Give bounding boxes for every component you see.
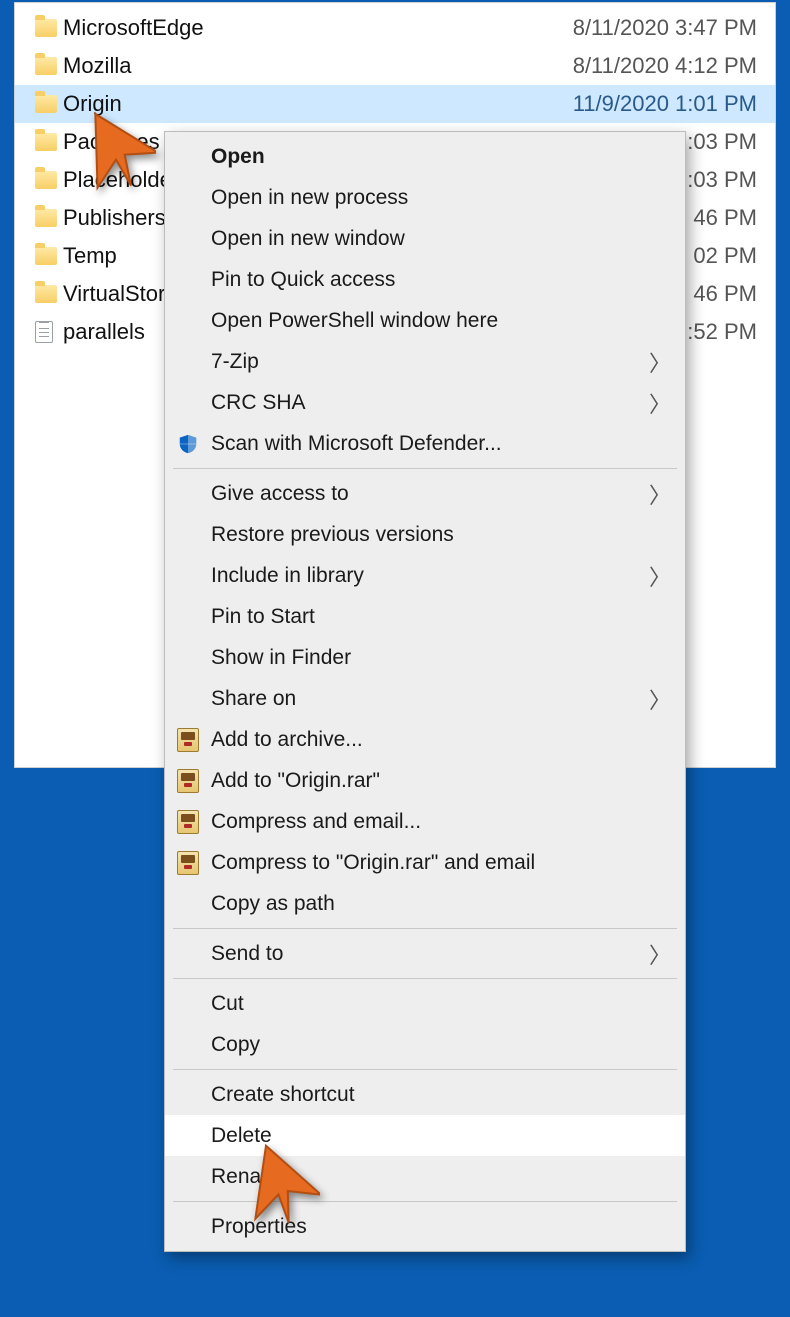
menu-label: CRC SHA	[211, 391, 649, 415]
archive-icon	[177, 851, 211, 875]
annotation-arrow-icon	[66, 106, 156, 196]
menu-label: Add to archive...	[211, 728, 671, 752]
menu-label: Scan with Microsoft Defender...	[211, 432, 671, 456]
menu-label: Compress and email...	[211, 810, 671, 834]
menu-label: Pin to Start	[211, 605, 671, 629]
menu-label: Add to "Origin.rar"	[211, 769, 671, 793]
menu-item-create-shortcut[interactable]: Create shortcut	[165, 1074, 685, 1115]
folder-icon	[35, 95, 63, 113]
folder-icon	[35, 57, 63, 75]
menu-item-open-new-process[interactable]: Open in new process	[165, 177, 685, 218]
menu-label: 7-Zip	[211, 350, 649, 374]
file-date: 02 PM	[693, 243, 757, 269]
file-date: 8/11/2020 3:47 PM	[573, 15, 757, 41]
menu-label: Cut	[211, 992, 671, 1016]
context-menu: Open Open in new process Open in new win…	[164, 131, 686, 1252]
menu-item-add-archive[interactable]: Add to archive...	[165, 719, 685, 760]
file-row[interactable]: MicrosoftEdge 8/11/2020 3:47 PM	[15, 9, 775, 47]
annotation-arrow-icon	[230, 1140, 320, 1230]
menu-item-compress-email[interactable]: Compress and email...	[165, 801, 685, 842]
menu-label: Give access to	[211, 482, 649, 506]
menu-label: Create shortcut	[211, 1083, 671, 1107]
file-name: MicrosoftEdge	[63, 15, 573, 41]
folder-icon	[35, 247, 63, 265]
menu-item-add-origin-rar[interactable]: Add to "Origin.rar"	[165, 760, 685, 801]
chevron-right-icon: 〉	[649, 478, 671, 510]
folder-icon	[35, 19, 63, 37]
file-date: 46 PM	[693, 205, 757, 231]
folder-icon	[35, 285, 63, 303]
file-date: 11/9/2020 1:01 PM	[573, 91, 757, 117]
file-date: 46 PM	[693, 281, 757, 307]
menu-label: Pin to Quick access	[211, 268, 671, 292]
archive-icon	[177, 810, 211, 834]
menu-item-open-new-window[interactable]: Open in new window	[165, 218, 685, 259]
file-row[interactable]: Mozilla 8/11/2020 4:12 PM	[15, 47, 775, 85]
menu-separator	[173, 978, 677, 979]
menu-label: Open PowerShell window here	[211, 309, 671, 333]
menu-label: Compress to "Origin.rar" and email	[211, 851, 671, 875]
file-date: :03 PM	[687, 167, 757, 193]
file-name: Mozilla	[63, 53, 573, 79]
menu-item-restore-versions[interactable]: Restore previous versions	[165, 514, 685, 555]
shield-icon	[177, 433, 211, 455]
menu-item-give-access[interactable]: Give access to 〉	[165, 473, 685, 514]
menu-item-crc-sha[interactable]: CRC SHA 〉	[165, 382, 685, 423]
menu-label: Include in library	[211, 564, 649, 588]
menu-separator	[173, 1069, 677, 1070]
chevron-right-icon: 〉	[649, 387, 671, 419]
menu-item-share-on[interactable]: Share on 〉	[165, 678, 685, 719]
menu-label: Open	[211, 145, 671, 169]
menu-label: Restore previous versions	[211, 523, 671, 547]
menu-item-7zip[interactable]: 7-Zip 〉	[165, 341, 685, 382]
menu-item-open[interactable]: Open	[165, 136, 685, 177]
menu-label: Share on	[211, 687, 649, 711]
menu-label: Send to	[211, 942, 649, 966]
menu-item-show-finder[interactable]: Show in Finder	[165, 637, 685, 678]
chevron-right-icon: 〉	[649, 938, 671, 970]
folder-icon	[35, 171, 63, 189]
menu-label: Show in Finder	[211, 646, 671, 670]
menu-item-open-powershell[interactable]: Open PowerShell window here	[165, 300, 685, 341]
chevron-right-icon: 〉	[649, 560, 671, 592]
menu-separator	[173, 468, 677, 469]
chevron-right-icon: 〉	[649, 346, 671, 378]
folder-icon	[35, 209, 63, 227]
menu-item-cut[interactable]: Cut	[165, 983, 685, 1024]
menu-item-compress-origin-email[interactable]: Compress to "Origin.rar" and email	[165, 842, 685, 883]
menu-label: Open in new window	[211, 227, 671, 251]
menu-item-copy[interactable]: Copy	[165, 1024, 685, 1065]
menu-item-send-to[interactable]: Send to 〉	[165, 933, 685, 974]
folder-icon	[35, 133, 63, 151]
text-file-icon	[35, 321, 63, 343]
menu-item-pin-start[interactable]: Pin to Start	[165, 596, 685, 637]
file-date: 8/11/2020 4:12 PM	[573, 53, 757, 79]
menu-item-scan-defender[interactable]: Scan with Microsoft Defender...	[165, 423, 685, 464]
chevron-right-icon: 〉	[649, 683, 671, 715]
menu-item-pin-quick-access[interactable]: Pin to Quick access	[165, 259, 685, 300]
menu-label: Copy as path	[211, 892, 671, 916]
menu-item-include-library[interactable]: Include in library 〉	[165, 555, 685, 596]
file-date: :03 PM	[687, 129, 757, 155]
archive-icon	[177, 728, 211, 752]
menu-label: Copy	[211, 1033, 671, 1057]
menu-label: Open in new process	[211, 186, 671, 210]
menu-separator	[173, 928, 677, 929]
menu-item-copy-path[interactable]: Copy as path	[165, 883, 685, 924]
archive-icon	[177, 769, 211, 793]
file-date: :52 PM	[687, 319, 757, 345]
